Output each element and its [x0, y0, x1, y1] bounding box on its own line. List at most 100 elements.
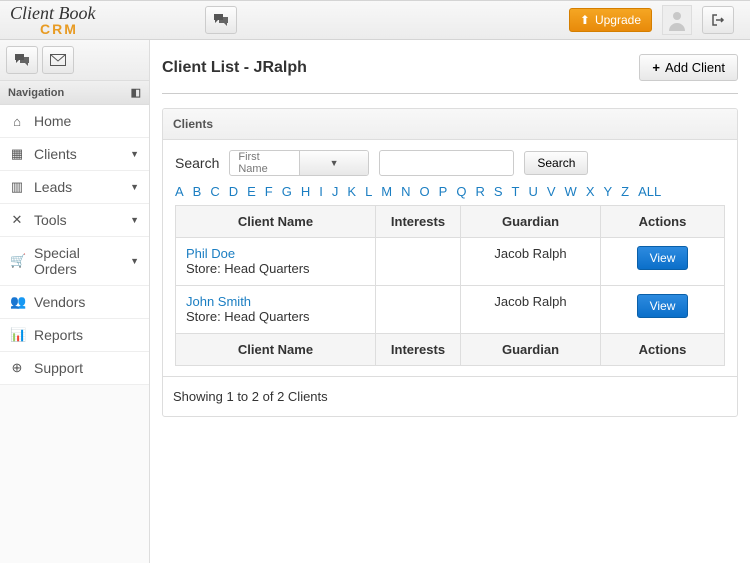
- alpha-link-r[interactable]: R: [475, 184, 484, 199]
- alpha-link-o[interactable]: O: [420, 184, 430, 199]
- nav-item-vendors[interactable]: 👥Vendors: [0, 286, 149, 319]
- alpha-link-l[interactable]: L: [365, 184, 372, 199]
- logout-icon: [711, 13, 725, 27]
- logout-button[interactable]: [702, 6, 734, 34]
- search-row: Search First Name ▼ Search: [175, 150, 725, 176]
- alpha-link-k[interactable]: K: [347, 184, 356, 199]
- nav-label: Clients: [34, 146, 77, 162]
- chat-icon: [213, 13, 229, 27]
- nav-label: Leads: [34, 179, 72, 195]
- alpha-link-all[interactable]: ALL: [638, 184, 661, 199]
- nav-item-reports[interactable]: 📊 Reports: [0, 319, 149, 352]
- search-input[interactable]: [379, 150, 514, 176]
- alpha-link-z[interactable]: Z: [621, 184, 629, 199]
- col-actions: Actions: [601, 206, 725, 238]
- view-button[interactable]: View: [637, 246, 689, 270]
- alpha-link-m[interactable]: M: [381, 184, 392, 199]
- nav-item-support[interactable]: ⊕Support: [0, 352, 149, 385]
- search-field-select[interactable]: First Name ▼: [229, 150, 369, 176]
- nav-item-home[interactable]: ⌂Home: [0, 105, 149, 138]
- col-name: Client Name: [176, 334, 376, 366]
- col-name: Client Name: [176, 206, 376, 238]
- nav-label: Reports: [34, 327, 83, 343]
- alpha-link-i[interactable]: I: [319, 184, 323, 199]
- nav-item-clients[interactable]: ▦Clients▼: [0, 138, 149, 171]
- client-link[interactable]: Phil Doe: [186, 246, 235, 261]
- alpha-link-y[interactable]: Y: [603, 184, 612, 199]
- search-button[interactable]: Search: [524, 151, 588, 175]
- page-title: Client List - JRalph: [162, 59, 307, 77]
- alpha-link-g[interactable]: G: [282, 184, 292, 199]
- main-content: Client List - JRalph + Add Client Client…: [150, 40, 750, 563]
- alpha-link-n[interactable]: N: [401, 184, 410, 199]
- table-icon: ▥: [10, 179, 24, 195]
- alpha-link-p[interactable]: P: [439, 184, 448, 199]
- col-actions: Actions: [601, 334, 725, 366]
- sidebar-mail-button[interactable]: [42, 46, 74, 74]
- caret-down-icon: ▼: [130, 215, 139, 225]
- nav-header: Navigation ◧: [0, 80, 149, 105]
- sidebar: Navigation ◧ ⌂Home ▦ Clients ▼ ▥ Leads ▼ ✕ To…: [0, 40, 150, 563]
- alpha-link-e[interactable]: E: [247, 184, 256, 199]
- clients-panel: Clients Search First Name ▼ Search ABCDE…: [162, 108, 738, 417]
- table-row: John SmithStore: Head Quarters Jacob Ralp…: [176, 286, 725, 334]
- home-icon: ⌂: [10, 114, 24, 129]
- alpha-link-u[interactable]: U: [528, 184, 537, 199]
- alpha-link-j[interactable]: J: [332, 184, 339, 199]
- add-client-button[interactable]: + Add Client: [639, 54, 738, 81]
- alpha-link-x[interactable]: X: [586, 184, 595, 199]
- grid-icon: ▦: [10, 146, 24, 162]
- nav-label: Tools: [34, 212, 67, 228]
- alpha-link-f[interactable]: F: [265, 184, 273, 199]
- alpha-link-b[interactable]: B: [193, 184, 202, 199]
- alpha-filter: ABCDEFGHIJKLMNOPQRSTUVWXYZ ALL: [175, 184, 725, 199]
- chart-icon: 📊: [10, 327, 24, 343]
- col-interests: Interests: [376, 206, 461, 238]
- table-header-row: Client Name Interests Guardian Actions: [176, 206, 725, 238]
- alpha-link-h[interactable]: H: [301, 184, 310, 199]
- alpha-link-v[interactable]: V: [547, 184, 556, 199]
- interests-cell: [376, 286, 461, 334]
- store-label: Store: Head Quarters: [186, 261, 310, 276]
- panel-header: Clients: [163, 109, 737, 140]
- alpha-link-c[interactable]: C: [210, 184, 219, 199]
- alpha-link-d[interactable]: D: [229, 184, 238, 199]
- logo-text-top: Client Book: [10, 4, 150, 22]
- guardian-cell: Jacob Ralph: [461, 238, 601, 286]
- view-button[interactable]: View: [637, 294, 689, 318]
- nav-list: ⌂Home ▦ Clients ▼ ▥ Leads ▼ ✕ Tools ▼ 🛒 Special…: [0, 105, 149, 385]
- alpha-link-t[interactable]: T: [512, 184, 520, 199]
- collapse-icon[interactable]: ◧: [131, 86, 141, 99]
- nav-label: Vendors: [34, 294, 85, 310]
- interests-cell: [376, 238, 461, 286]
- upload-icon: ⬆: [580, 13, 590, 27]
- nav-label: Special Orders: [34, 245, 120, 277]
- alpha-link-q[interactable]: Q: [456, 184, 466, 199]
- cart-icon: 🛒: [10, 253, 24, 269]
- col-interests: Interests: [376, 334, 461, 366]
- topbar: Client Book CRM ⬆ Upgrade: [0, 0, 750, 40]
- tools-icon: ✕: [10, 212, 24, 228]
- avatar[interactable]: [662, 5, 692, 35]
- store-label: Store: Head Quarters: [186, 309, 310, 324]
- chat-icon: [14, 53, 30, 67]
- sidebar-chat-button[interactable]: [6, 46, 38, 74]
- upgrade-button[interactable]: ⬆ Upgrade: [569, 8, 652, 32]
- nav-item-special-orders[interactable]: 🛒 Special Orders ▼: [0, 237, 149, 286]
- caret-down-icon: ▼: [130, 256, 139, 266]
- client-link[interactable]: John Smith: [186, 294, 251, 309]
- clients-table: Client Name Interests Guardian Actions P…: [175, 205, 725, 366]
- actions-cell: View: [601, 238, 725, 286]
- alpha-link-w[interactable]: W: [565, 184, 577, 199]
- guardian-cell: Jacob Ralph: [461, 286, 601, 334]
- nav-item-leads[interactable]: ▥ Leads ▼: [0, 171, 149, 204]
- caret-down-icon: ▼: [130, 182, 139, 192]
- alpha-link-s[interactable]: S: [494, 184, 503, 199]
- table-footer-info: Showing 1 to 2 of 2 Clients: [163, 376, 737, 416]
- nav-item-tools[interactable]: ✕ Tools ▼: [0, 204, 149, 237]
- globe-icon: ⊕: [10, 360, 24, 376]
- alpha-link-a[interactable]: A: [175, 184, 184, 199]
- upgrade-label: Upgrade: [595, 13, 641, 27]
- chat-button[interactable]: [205, 6, 237, 34]
- name-cell: John SmithStore: Head Quarters: [176, 286, 376, 334]
